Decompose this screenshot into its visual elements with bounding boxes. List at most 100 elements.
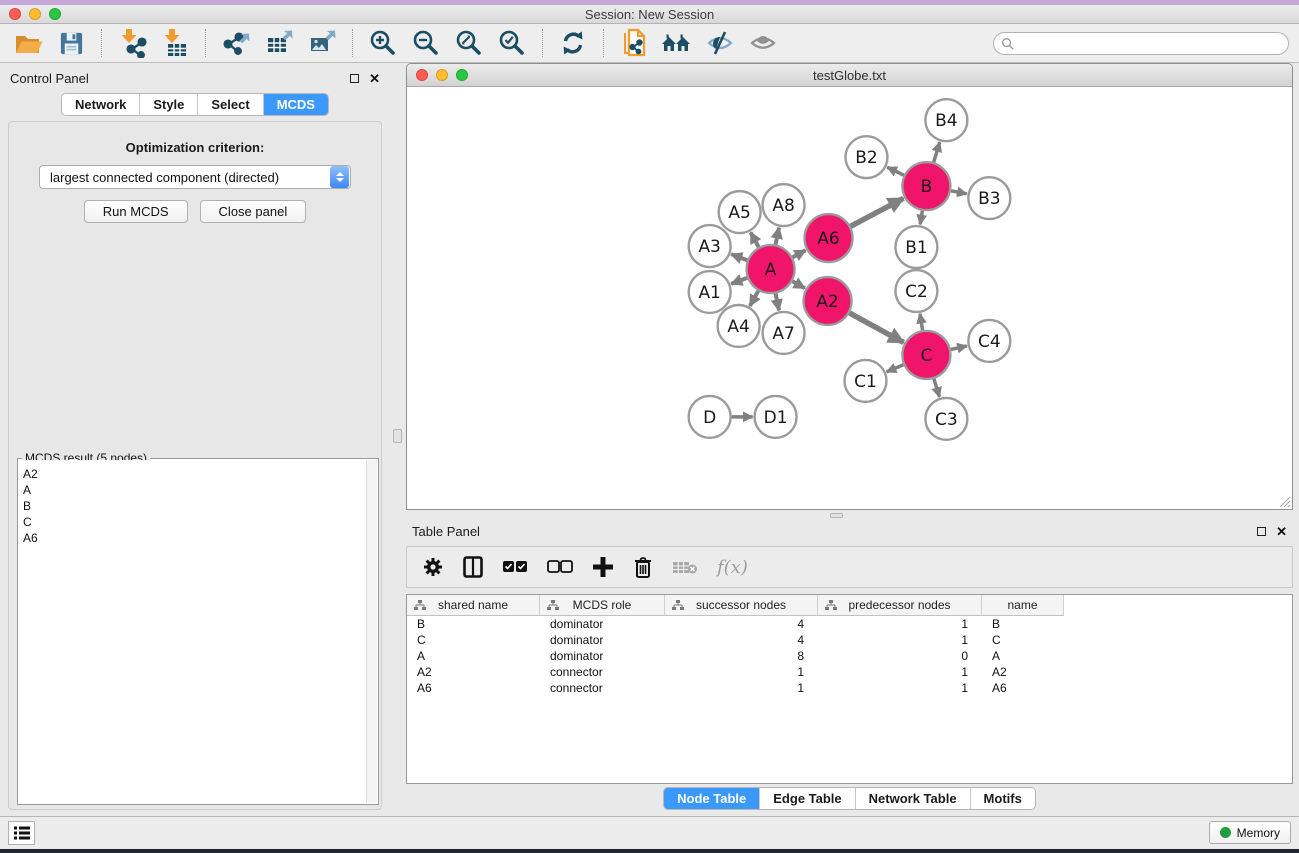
graph-edge-B-B3[interactable] <box>951 191 967 194</box>
column-header-MCDS-role[interactable]: MCDS role <box>540 595 665 616</box>
export-table-icon[interactable] <box>261 27 297 59</box>
table-cell[interactable]: C <box>982 633 1064 647</box>
graph-node-A5[interactable]: A5 <box>719 191 761 233</box>
table-cell[interactable]: 8 <box>665 649 818 663</box>
table-cell[interactable]: 0 <box>818 649 982 663</box>
graph-node-C4[interactable]: C4 <box>968 320 1010 362</box>
graph-node-A7[interactable]: A7 <box>763 312 805 354</box>
table-cell[interactable]: A6 <box>407 681 540 695</box>
close-panel-button[interactable]: Close panel <box>200 200 307 223</box>
task-history-button[interactable] <box>8 821 35 845</box>
column-header-name[interactable]: name <box>982 595 1064 616</box>
column-header-predecessor-nodes[interactable]: predecessor nodes <box>818 595 982 616</box>
first-neighbors-icon[interactable] <box>659 27 695 59</box>
column-header-shared-name[interactable]: shared name <box>407 595 540 616</box>
table-cell[interactable]: B <box>407 617 540 631</box>
tab-edge-table[interactable]: Edge Table <box>760 788 855 809</box>
graph-edge-A-A3[interactable] <box>731 254 747 260</box>
tab-motifs[interactable]: Motifs <box>971 788 1035 809</box>
show-graphics-details-icon[interactable] <box>745 27 781 59</box>
graph-node-C3[interactable]: C3 <box>925 398 967 440</box>
table-cell[interactable]: 1 <box>818 633 982 647</box>
export-image-icon[interactable] <box>304 27 340 59</box>
table-row[interactable]: Adominator80A <box>407 648 1292 664</box>
table-cell[interactable]: 1 <box>818 681 982 695</box>
graph-edge-B-B1[interactable] <box>920 211 922 225</box>
graph-edge-B-B4[interactable] <box>934 142 940 162</box>
result-item[interactable]: A6 <box>23 530 366 546</box>
table-cell[interactable]: B <box>982 617 1064 631</box>
select-all-icon[interactable] <box>502 560 528 574</box>
graph-edge-A2-C[interactable] <box>849 313 903 343</box>
table-row[interactable]: A6connector11A6 <box>407 680 1292 696</box>
table-cell[interactable]: dominator <box>540 649 665 663</box>
gear-icon[interactable] <box>422 556 444 578</box>
graph-node-A4[interactable]: A4 <box>718 305 760 347</box>
graph-node-B2[interactable]: B2 <box>846 136 888 178</box>
graph-edge-C-C4[interactable] <box>951 346 967 350</box>
graph-node-D[interactable]: D <box>689 396 731 438</box>
network-window-titlebar[interactable]: testGlobe.txt <box>407 64 1292 87</box>
network-canvas[interactable]: B4B2BB3A5A8A6A3B1AA1C2A2A4A7C4CC1DD1C3 <box>407 87 1292 509</box>
graph-node-C2[interactable]: C2 <box>895 270 937 312</box>
mcds-result-scrollbar[interactable] <box>366 460 377 803</box>
graph-edge-A-A2[interactable] <box>792 281 805 288</box>
search-field[interactable] <box>993 32 1289 55</box>
zoom-in-icon[interactable] <box>365 27 401 59</box>
close-panel-icon[interactable]: ✕ <box>1276 525 1287 538</box>
graph-node-B[interactable]: B <box>902 162 950 210</box>
table-cell[interactable]: connector <box>540 681 665 695</box>
graph-node-A3[interactable]: A3 <box>689 225 731 267</box>
table-cell[interactable]: 1 <box>665 681 818 695</box>
table-cell[interactable]: dominator <box>540 633 665 647</box>
main-titlebar[interactable]: Session: New Session <box>0 5 1299 24</box>
hide-graphics-details-icon[interactable] <box>702 27 738 59</box>
import-network-icon[interactable] <box>114 27 150 59</box>
graph-edge-A-A7[interactable] <box>776 294 779 311</box>
table-cell[interactable]: A <box>982 649 1064 663</box>
graph-node-C1[interactable]: C1 <box>845 360 887 402</box>
graph-edge-A-A8[interactable] <box>776 228 779 245</box>
criterion-dropdown[interactable]: largest connected component (directed) <box>39 165 351 189</box>
graph-node-B1[interactable]: B1 <box>895 226 937 268</box>
graph-node-D1[interactable]: D1 <box>755 396 797 438</box>
table-row[interactable]: Bdominator41B <box>407 616 1292 632</box>
result-item[interactable]: B <box>23 498 366 514</box>
graph-edge-A6-B[interactable] <box>851 198 904 226</box>
search-input[interactable] <box>1018 36 1281 50</box>
table-cell[interactable]: A2 <box>982 665 1064 679</box>
table-cell[interactable]: A6 <box>982 681 1064 695</box>
graph-edge-A-A1[interactable] <box>731 278 747 284</box>
result-item[interactable]: C <box>23 514 366 530</box>
graph-node-A[interactable]: A <box>747 245 795 293</box>
table-cell[interactable]: 4 <box>665 633 818 647</box>
save-session-icon[interactable] <box>53 27 89 59</box>
tab-select[interactable]: Select <box>198 94 263 115</box>
zoom-fit-icon[interactable] <box>451 27 487 59</box>
graph-node-A6[interactable]: A6 <box>805 214 853 262</box>
delete-icon[interactable] <box>633 556 653 579</box>
graph-edge-C-C2[interactable] <box>920 314 923 331</box>
column-panel-icon[interactable] <box>463 556 483 578</box>
table-cell[interactable]: A <box>407 649 540 663</box>
table-cell[interactable]: A2 <box>407 665 540 679</box>
table-cell[interactable]: 1 <box>818 617 982 631</box>
float-panel-icon[interactable] <box>350 74 359 83</box>
result-item[interactable]: A2 <box>23 466 366 482</box>
memory-button[interactable]: Memory <box>1209 821 1291 844</box>
column-header-successor-nodes[interactable]: successor nodes <box>665 595 818 616</box>
table-cell[interactable]: 1 <box>665 665 818 679</box>
mcds-result-list[interactable]: A2ABCA6 <box>19 460 366 803</box>
table-cell[interactable]: 4 <box>665 617 818 631</box>
export-network-icon[interactable] <box>218 27 254 59</box>
float-panel-icon[interactable] <box>1257 527 1266 536</box>
graph-node-B3[interactable]: B3 <box>968 177 1010 219</box>
tab-mcds[interactable]: MCDS <box>264 94 328 115</box>
result-item[interactable]: A <box>23 482 366 498</box>
zoom-selected-icon[interactable] <box>494 27 530 59</box>
close-panel-icon[interactable]: ✕ <box>369 72 380 85</box>
tab-style[interactable]: Style <box>140 94 198 115</box>
tab-network[interactable]: Network <box>62 94 140 115</box>
graph-node-A2[interactable]: A2 <box>804 277 852 325</box>
resize-grip-icon[interactable] <box>1277 494 1291 508</box>
